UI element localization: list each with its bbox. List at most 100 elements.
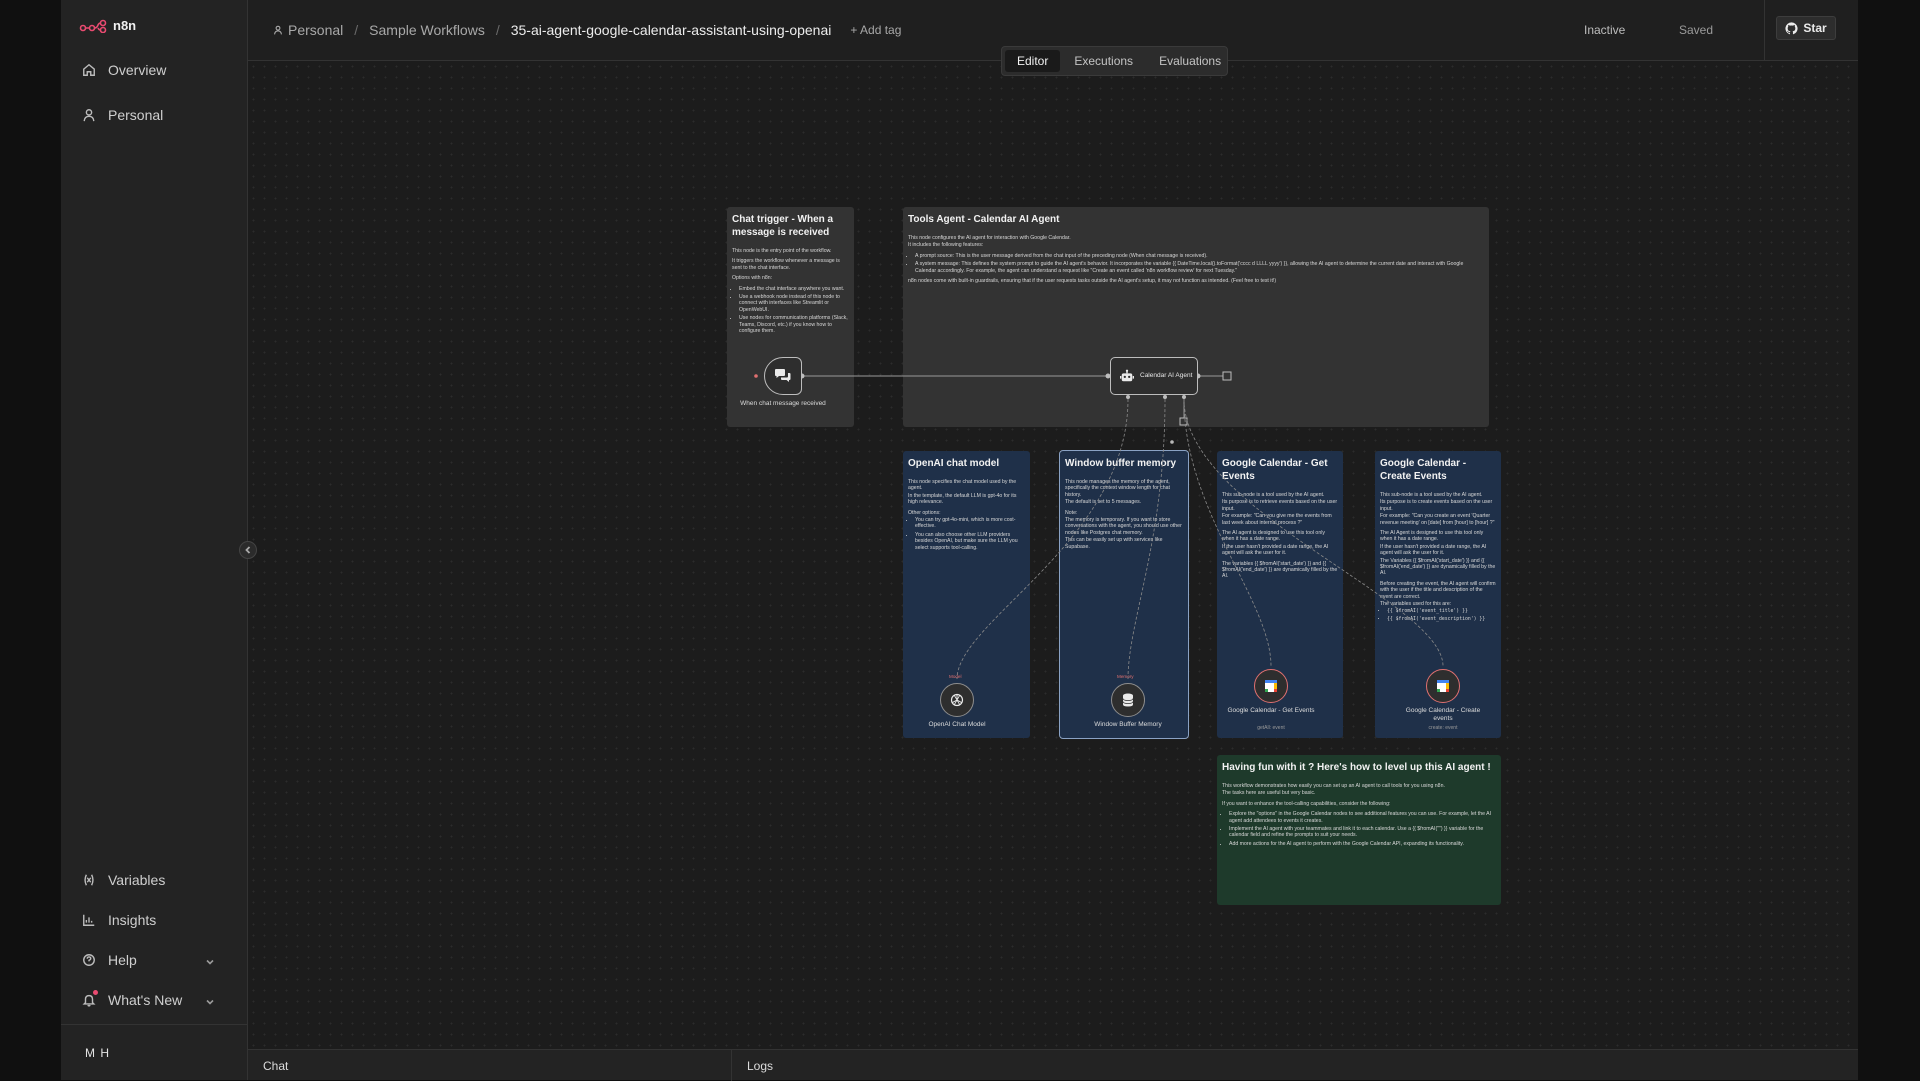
sidebar-item-help[interactable]: Help — [82, 952, 242, 968]
note-text: This node is the entry point of the work… — [732, 248, 832, 254]
variables-icon — [84, 874, 94, 886]
user-icon — [83, 109, 95, 122]
create-events-node-subtitle: create: event — [1428, 725, 1458, 731]
note-text: This workflow demonstrates how easily yo… — [1222, 783, 1445, 789]
window-buffer-memory-node[interactable] — [1111, 683, 1145, 717]
get-events-node-subtitle: getAll: event — [1257, 725, 1285, 731]
tab-evaluations[interactable]: Evaluations — [1147, 50, 1233, 72]
note-list-item: Add more actions for the AI agent to per… — [1229, 841, 1496, 847]
note-title: Google Calendar - Get Events — [1222, 458, 1328, 482]
note-text: The Variables {{ $fromAI('start_date') }… — [1380, 557, 1496, 577]
note-list: {{ $fromAI('event_title') }} {{ $fromAI(… — [1387, 609, 1496, 624]
note-list: A prompt source: This is the user messag… — [915, 253, 1484, 274]
github-star-button[interactable]: Star — [1776, 16, 1836, 40]
note-text: For example: "Can you give me the events… — [1222, 513, 1332, 526]
github-icon — [1785, 21, 1798, 34]
note-list: Embed the chat interface anywhere you wa… — [739, 286, 849, 335]
note-list-item: You can try gpt-4o-mini, which is more c… — [915, 517, 1025, 530]
openai-chat-model-node[interactable] — [940, 683, 974, 717]
chart-icon — [83, 914, 95, 926]
chat-bubbles-icon — [775, 369, 791, 382]
note-title: Window buffer memory — [1065, 458, 1177, 469]
agent-node-label: Calendar AI Agent — [1140, 372, 1193, 380]
sidebar-item-personal[interactable]: Personal — [82, 107, 163, 123]
create-events-node-label: Google Calendar - Create events — [1405, 707, 1481, 722]
note-text: If you want to enhance the tool-calling … — [1222, 800, 1391, 807]
memory-port-label: Memory — [1117, 674, 1134, 679]
breadcrumb-separator: / — [495, 22, 500, 38]
add-tag-button[interactable]: + Add tag — [850, 23, 901, 37]
note-list-item: A prompt source: This is the user messag… — [915, 253, 1484, 259]
sidebar-item-whats-new[interactable]: What's New — [82, 990, 242, 1008]
note-text: The memory is temporary. If you want to … — [1065, 517, 1182, 536]
calendar-ai-agent-node[interactable]: Calendar AI Agent — [1110, 357, 1198, 395]
note-title: OpenAI chat model — [908, 458, 1000, 469]
sticky-note-level-up[interactable]: Having fun with it ? Here's how to level… — [1217, 755, 1501, 905]
note-text: For example: "Can you create an event 'Q… — [1380, 513, 1495, 526]
tab-editor[interactable]: Editor — [1005, 50, 1061, 72]
note-text: The variables used for this are: — [1380, 601, 1452, 608]
note-text: Its purpose is to create events based on… — [1380, 499, 1493, 512]
chevron-left-icon — [245, 546, 251, 554]
chevron-down-icon[interactable] — [205, 997, 215, 1007]
note-list-item: Explore the "options" in the Google Cale… — [1229, 811, 1496, 824]
tab-executions[interactable]: Executions — [1062, 50, 1145, 72]
sidebar-item-insights[interactable]: Insights — [82, 912, 156, 928]
collapse-sidebar-button[interactable] — [239, 541, 257, 559]
logs-panel-toggle[interactable]: Logs — [747, 1059, 773, 1073]
workflow-canvas[interactable]: Chat trigger - When a message is receive… — [248, 61, 1858, 1049]
sidebar: n8n Overview Personal Variables Insights… — [61, 0, 248, 1080]
note-list-item: A system message: This defines the syste… — [915, 261, 1484, 274]
workflow-status[interactable]: Inactive — [1584, 23, 1625, 37]
sidebar-item-label: Help — [108, 952, 137, 968]
note-text: The AI Agent is designed to use this too… — [1380, 530, 1484, 543]
note-text: The tasks here are useful but very basic… — [1222, 790, 1316, 797]
star-section: Star — [1764, 0, 1858, 61]
sidebar-item-label: Personal — [108, 107, 164, 123]
google-calendar-icon — [1265, 680, 1277, 692]
google-calendar-get-events-node[interactable] — [1254, 669, 1288, 703]
google-calendar-create-events-node[interactable] — [1426, 669, 1460, 703]
bell-icon-wrap — [82, 990, 98, 1007]
home-icon — [83, 63, 95, 76]
note-text: It triggers the workflow whenever a mess… — [732, 258, 840, 271]
saved-status: Saved — [1679, 23, 1714, 37]
openai-node-label: OpenAI Chat Model — [928, 721, 986, 728]
user-avatar[interactable]: M H — [85, 1046, 110, 1060]
sidebar-item-label: Overview — [108, 62, 167, 78]
note-list-item: Embed the chat interface anywhere you wa… — [739, 286, 849, 292]
note-text: This sub-node is a tool used by the AI a… — [1222, 492, 1325, 498]
n8n-logo-icon — [79, 19, 107, 33]
note-list-item: Implement the AI agent with your teammat… — [1229, 826, 1496, 839]
divider — [61, 1024, 248, 1025]
star-label: Star — [1803, 21, 1827, 35]
breadcrumb-personal[interactable]: Personal — [273, 22, 343, 38]
workflow-name[interactable]: 35-ai-agent-google-calendar-assistant-us… — [511, 22, 832, 38]
chat-trigger-label: When chat message received — [740, 400, 826, 407]
sidebar-item-overview[interactable]: Overview — [82, 62, 166, 78]
bottom-panel-bar: Chat Logs — [248, 1049, 1858, 1081]
note-list-item: You can also choose other LLM providers … — [915, 532, 1025, 551]
note-text: Options with n8n: — [732, 275, 773, 282]
sidebar-item-variables[interactable]: Variables — [82, 872, 165, 888]
note-text: It includes the following features: — [908, 242, 984, 249]
note-title: Tools Agent - Calendar AI Agent — [908, 214, 1060, 225]
chevron-down-icon[interactable] — [205, 957, 215, 967]
help-icon — [83, 954, 95, 966]
note-text: This can be easily set up with services … — [1065, 537, 1163, 550]
note-title: Having fun with it ? Here's how to level… — [1222, 762, 1491, 773]
note-list-item: Use nodes for communication platforms (S… — [739, 315, 849, 334]
chat-panel-toggle[interactable]: Chat — [263, 1059, 288, 1073]
sidebar-item-label: Insights — [108, 912, 157, 928]
note-text: This node manages the memory of the agen… — [1065, 479, 1170, 498]
get-events-node-label: Google Calendar - Get Events — [1227, 707, 1315, 714]
note-text: The variables {{ $fromAI('start_date') }… — [1222, 560, 1338, 580]
divider — [731, 1050, 732, 1081]
app-frame: n8n Overview Personal Variables Insights… — [61, 0, 1858, 1081]
note-text: Other options: — [908, 509, 941, 516]
bell-icon — [82, 994, 96, 1007]
note-list-item: {{ $fromAI('event_title') }} — [1387, 609, 1496, 615]
breadcrumb-folder[interactable]: Sample Workflows — [369, 22, 485, 38]
chat-trigger-node[interactable] — [764, 357, 802, 395]
n8n-logo[interactable]: n8n — [79, 18, 136, 33]
